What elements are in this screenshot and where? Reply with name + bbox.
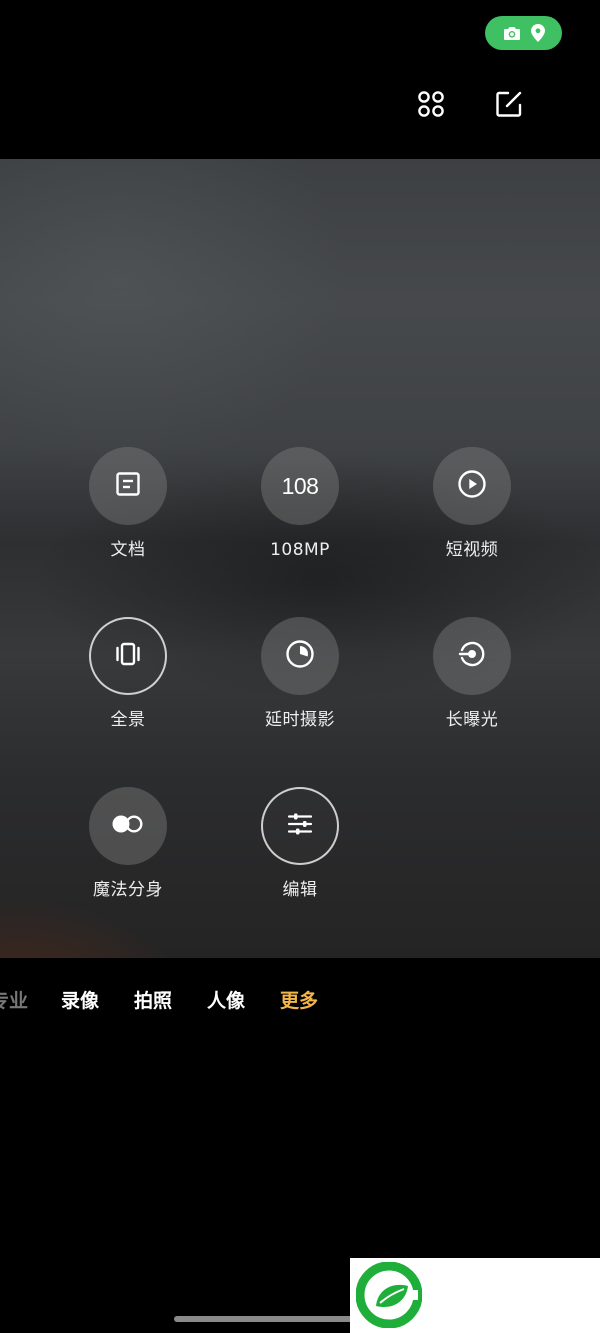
timelapse-icon (285, 639, 315, 673)
mode-panorama[interactable]: 全景 (53, 617, 203, 731)
mode-108mp-label: 108MP (270, 540, 330, 560)
tab-portrait[interactable]: 人像 (207, 986, 245, 1016)
mode-clone-label: 魔法分身 (93, 880, 163, 900)
tab-more[interactable]: 更多 (280, 986, 318, 1016)
tab-video[interactable]: 录像 (61, 986, 99, 1016)
mode-short-video[interactable]: 短视频 (397, 447, 547, 561)
mode-108mp-button[interactable]: 108 (261, 447, 339, 525)
viewfinder[interactable]: 文档 108 108MP 短视频 全景 延时摄影 长曝光 魔法分身 编辑 (0, 159, 600, 958)
privacy-indicator (485, 16, 562, 50)
mode-edit-button[interactable] (261, 787, 339, 865)
leaf-logo-icon (356, 1262, 422, 1328)
camera-icon (503, 25, 521, 41)
clone-icon (110, 812, 146, 840)
mode-clone[interactable]: 魔法分身 (53, 787, 203, 901)
location-pin-icon (530, 24, 545, 42)
mode-panorama-button[interactable] (89, 617, 167, 695)
mode-short-video-button[interactable] (433, 447, 511, 525)
camera-mode-strip: 专业 录像 拍照 人像 更多 (0, 986, 600, 1016)
mode-document-button[interactable] (89, 447, 167, 525)
tab-photo[interactable]: 拍照 (134, 986, 172, 1016)
camera-screen: 文档 108 108MP 短视频 全景 延时摄影 长曝光 魔法分身 编辑 业 录… (0, 0, 600, 1333)
watermark-logo (350, 1258, 600, 1333)
document-icon (114, 470, 142, 502)
mode-short-video-label: 短视频 (445, 540, 499, 560)
mode-clone-button[interactable] (89, 787, 167, 865)
grid-icon[interactable] (413, 86, 449, 122)
mode-timelapse[interactable]: 延时摄影 (225, 617, 375, 731)
mode-long-exposure-button[interactable] (433, 617, 511, 695)
long-exposure-icon (457, 639, 487, 673)
edit-icon[interactable] (491, 86, 527, 122)
108-icon-text: 108 (281, 472, 319, 499)
mode-edit[interactable]: 编辑 (225, 787, 375, 901)
mode-document-label: 文档 (110, 540, 146, 560)
tab-pro[interactable]: 专业 (0, 986, 28, 1016)
mode-timelapse-button[interactable] (261, 617, 339, 695)
play-icon (457, 469, 487, 503)
mode-edit-label: 编辑 (282, 880, 318, 900)
mode-panorama-label: 全景 (110, 710, 146, 730)
panorama-icon (113, 639, 143, 673)
mode-timelapse-label: 延时摄影 (265, 710, 335, 730)
mode-long-exposure[interactable]: 长曝光 (397, 617, 547, 731)
mode-long-exposure-label: 长曝光 (445, 710, 499, 730)
mode-108mp[interactable]: 108 108MP (225, 447, 375, 561)
sliders-icon (285, 809, 315, 843)
mode-document[interactable]: 文档 (53, 447, 203, 561)
